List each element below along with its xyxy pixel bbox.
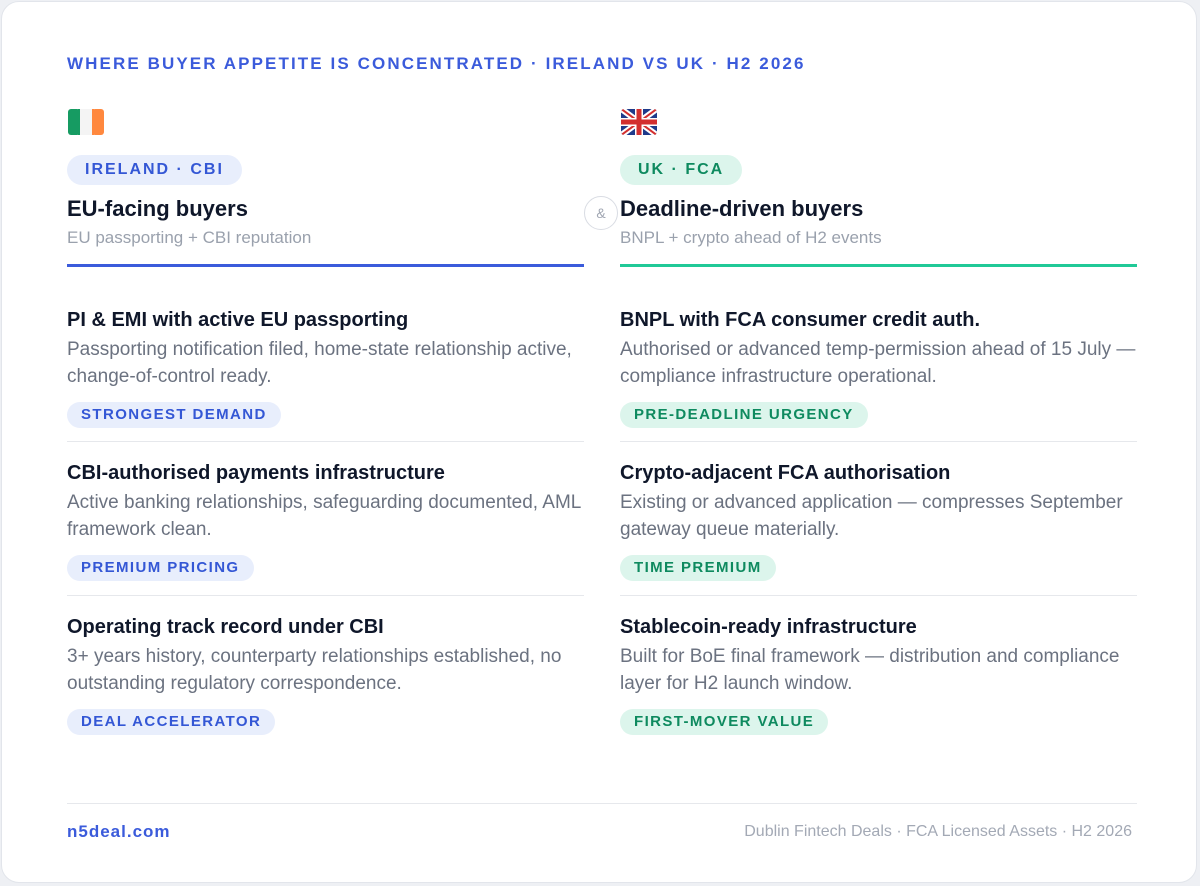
item-title: Operating track record under CBI: [67, 616, 384, 638]
column-title-uk: Deadline-driven buyers: [620, 196, 864, 221]
item-description: 3+ years history, counterparty relations…: [67, 646, 562, 694]
status-badge: PRE-DEADLINE URGENCY: [620, 402, 868, 428]
item-description: Authorised or advanced temp-permission a…: [620, 339, 1136, 387]
footer-divider: [67, 803, 1137, 804]
region-label-ireland: IRELAND · CBI: [67, 155, 242, 185]
list-item: Crypto-adjacent FCA authorisation Existi…: [620, 459, 1137, 581]
item-description: Built for BoE final framework — distribu…: [620, 646, 1120, 694]
list-item: CBI-authorised payments infrastructure A…: [67, 459, 584, 581]
list-item: BNPL with FCA consumer credit auth. Auth…: [620, 306, 1137, 428]
item-description: Active banking relationships, safeguardi…: [67, 492, 581, 540]
list-item: Stablecoin-ready infrastructure Built fo…: [620, 613, 1137, 735]
list-item: PI & EMI with active EU passporting Pass…: [67, 306, 584, 428]
divider: [67, 441, 584, 442]
status-badge: STRONGEST DEMAND: [67, 402, 281, 428]
item-title: CBI-authorised payments infrastructure: [67, 462, 445, 484]
column-subtitle-uk: BNPL + crypto ahead of H2 events: [620, 228, 882, 247]
item-title: BNPL with FCA consumer credit auth.: [620, 309, 981, 331]
comparison-card: WHERE BUYER APPETITE IS CONCENTRATED · I…: [1, 1, 1197, 883]
list-item: Operating track record under CBI 3+ year…: [67, 613, 584, 735]
accent-bar-ireland: [67, 264, 584, 267]
divider: [620, 595, 1137, 596]
ireland-flag-icon: [68, 109, 104, 135]
uk-column: UK · FCA Deadline-driven buyers BNPL + c…: [620, 102, 1138, 735]
ireland-column: IRELAND · CBI EU-facing buyers EU passpo…: [67, 102, 585, 735]
footer-brand-link[interactable]: n5deal.com: [67, 822, 171, 842]
accent-bar-uk: [620, 264, 1137, 267]
footer-note: Dublin Fintech Deals · FCA Licensed Asse…: [744, 823, 1132, 840]
ampersand-separator: &: [584, 196, 618, 230]
item-title: PI & EMI with active EU passporting: [67, 309, 409, 331]
status-badge: FIRST-MOVER VALUE: [620, 709, 829, 735]
column-title-ireland: EU-facing buyers: [67, 196, 248, 221]
divider: [620, 441, 1137, 442]
status-badge: DEAL ACCELERATOR: [67, 709, 276, 735]
column-subtitle-ireland: EU passporting + CBI reputation: [67, 228, 312, 247]
region-label-uk: UK · FCA: [620, 155, 743, 185]
item-title: Stablecoin-ready infrastructure: [620, 616, 917, 638]
item-title: Crypto-adjacent FCA authorisation: [620, 462, 951, 484]
item-description: Existing or advanced application — compr…: [620, 492, 1123, 540]
page-title: WHERE BUYER APPETITE IS CONCENTRATED · I…: [67, 54, 806, 73]
status-badge: TIME PREMIUM: [620, 555, 776, 581]
item-description: Passporting notification filed, home-sta…: [67, 339, 572, 387]
divider: [67, 595, 584, 596]
status-badge: PREMIUM PRICING: [67, 555, 254, 581]
uk-flag-icon: [621, 109, 657, 135]
